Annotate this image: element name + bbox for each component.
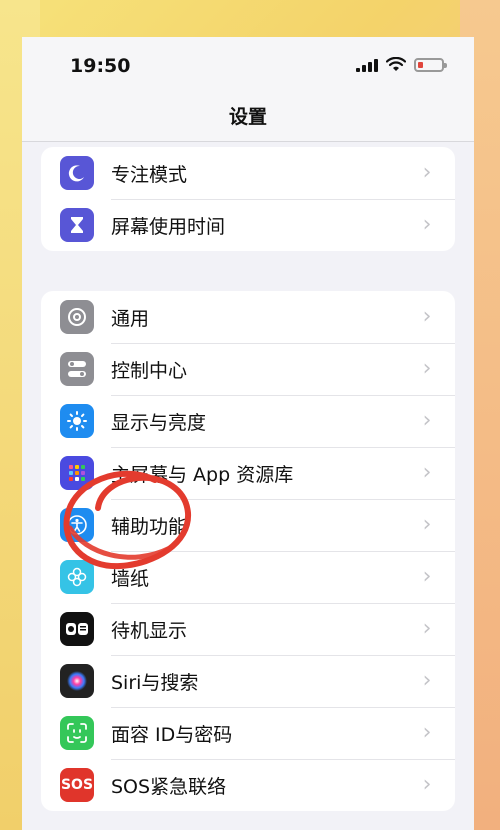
flower-icon: [60, 560, 94, 594]
settings-row-label: 通用: [111, 307, 150, 330]
chevron-right-icon: ›: [422, 212, 432, 237]
battery-level: [418, 61, 423, 68]
moon-icon: [60, 156, 94, 190]
accessibility-icon: [60, 508, 94, 542]
settings-row-label: 墙纸: [111, 567, 150, 590]
settings-row-focus[interactable]: 专注模式 ›: [41, 147, 455, 199]
status-icons: [356, 57, 447, 72]
chevron-right-icon: ›: [422, 160, 432, 185]
chevron-right-icon: ›: [422, 304, 432, 329]
standby-icon: [60, 612, 94, 646]
hourglass-icon: [60, 208, 94, 242]
settings-row-siri[interactable]: Siri与搜索 ›: [41, 655, 455, 707]
settings-row-label: 专注模式: [111, 163, 188, 186]
settings-row-face-id[interactable]: 面容 ID与密码 ›: [41, 707, 455, 759]
settings-row-wallpaper[interactable]: 墙纸 ›: [41, 551, 455, 603]
settings-row-label: 屏幕使用时间: [111, 215, 226, 238]
chevron-right-icon: ›: [422, 720, 432, 745]
chevron-right-icon: ›: [422, 772, 432, 797]
settings-row-label: Siri与搜索: [111, 671, 199, 694]
gear-icon: [60, 300, 94, 334]
chevron-right-icon: ›: [422, 408, 432, 433]
settings-row-home-screen[interactable]: 主屏幕与 App 资源库 ›: [41, 447, 455, 499]
sun-icon: [60, 404, 94, 438]
settings-row-sos[interactable]: SOS SOS紧急联络 ›: [41, 759, 455, 811]
status-time: 19:50: [70, 55, 131, 77]
settings-row-control-center[interactable]: 控制中心 ›: [41, 343, 455, 395]
settings-row-label: SOS紧急联络: [111, 775, 227, 798]
status-bar: 19:50: [22, 37, 474, 97]
settings-group-focus: 专注模式 › 屏幕使用时间 ›: [41, 147, 455, 251]
chevron-right-icon: ›: [422, 512, 432, 537]
face-id-icon: [60, 716, 94, 750]
cellular-signal-icon: [356, 58, 378, 72]
settings-row-label: 面容 ID与密码: [111, 723, 233, 746]
toggles-icon: [60, 352, 94, 386]
settings-row-label: 控制中心: [111, 359, 188, 382]
siri-icon: [60, 664, 94, 698]
battery-icon: [414, 57, 447, 72]
phone-screen: 19:50 设置 专注模式 › 屏幕使用时间 › 通用 › 控制中心 › 显示与…: [22, 37, 474, 830]
settings-row-general[interactable]: 通用 ›: [41, 291, 455, 343]
settings-row-label: 显示与亮度: [111, 411, 207, 434]
sos-icon: SOS: [60, 768, 94, 802]
chevron-right-icon: ›: [422, 356, 432, 381]
settings-row-accessibility[interactable]: 辅助功能 ›: [41, 499, 455, 551]
settings-row-display[interactable]: 显示与亮度 ›: [41, 395, 455, 447]
settings-row-standby[interactable]: 待机显示 ›: [41, 603, 455, 655]
settings-row-label: 待机显示: [111, 619, 188, 642]
settings-group-general: 通用 › 控制中心 › 显示与亮度 › 主屏幕与 App 资源库 › 辅助功能 …: [41, 291, 455, 811]
wifi-icon: [386, 57, 406, 71]
grid-icon: [60, 456, 94, 490]
page-title: 设置: [22, 97, 474, 142]
chevron-right-icon: ›: [422, 616, 432, 641]
chevron-right-icon: ›: [422, 668, 432, 693]
settings-row-label: 主屏幕与 App 资源库: [111, 463, 294, 486]
settings-row-label: 辅助功能: [111, 515, 188, 538]
chevron-right-icon: ›: [422, 460, 432, 485]
settings-row-screen-time[interactable]: 屏幕使用时间 ›: [41, 199, 455, 251]
chevron-right-icon: ›: [422, 564, 432, 589]
